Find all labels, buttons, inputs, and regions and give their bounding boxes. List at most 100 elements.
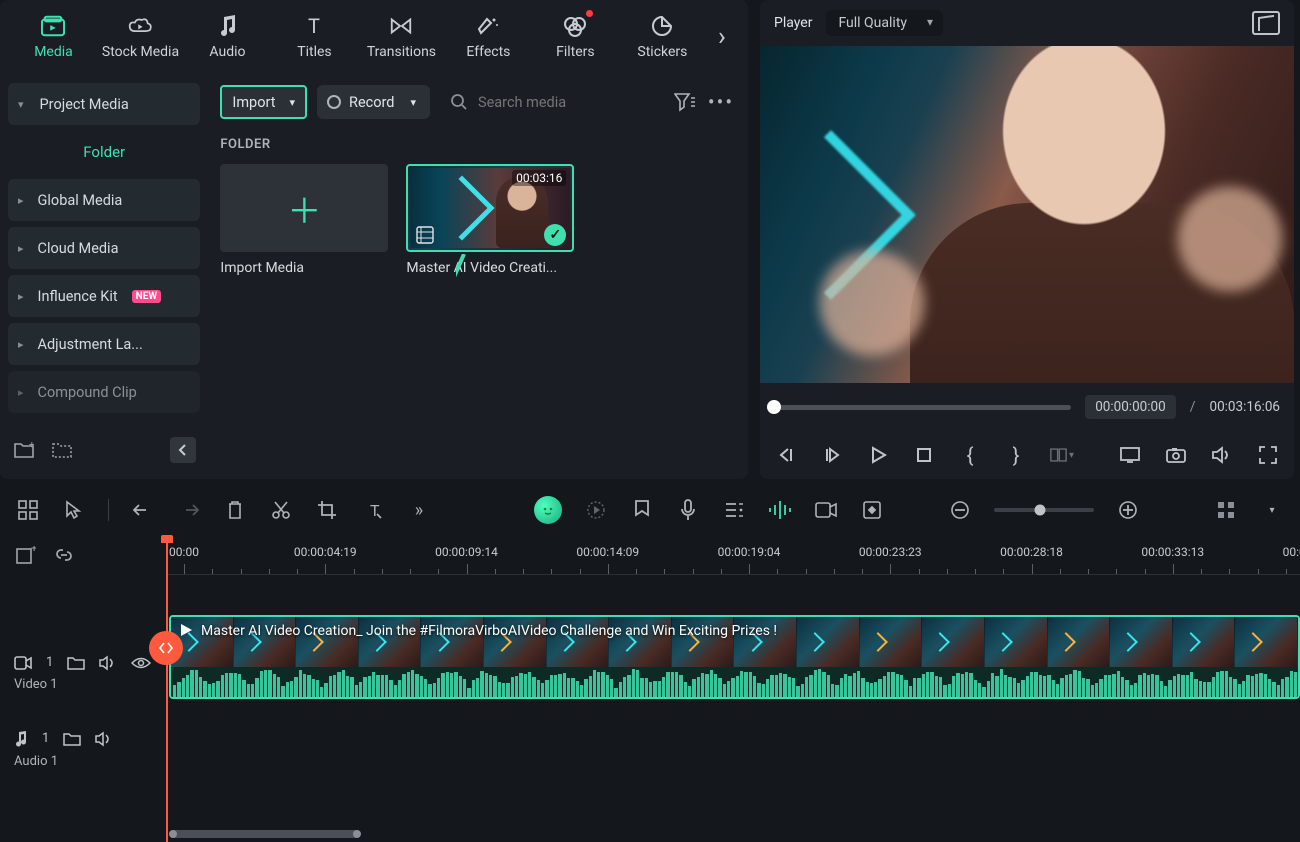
new-folder-icon[interactable]: + xyxy=(12,438,36,462)
display-icon[interactable] xyxy=(1118,443,1142,467)
import-media-tile[interactable]: ＋ Import Media xyxy=(220,164,388,276)
undo-icon[interactable] xyxy=(131,498,155,522)
video-type-icon xyxy=(414,224,436,246)
mute-icon[interactable] xyxy=(95,731,113,747)
chevron-right-icon: ▸ xyxy=(18,290,24,303)
preview-canvas[interactable] xyxy=(760,46,1294,383)
mark-out-icon[interactable]: } xyxy=(1004,443,1028,467)
keyframe-icon[interactable] xyxy=(860,498,884,522)
chevron-right-icon: ▸ xyxy=(18,386,24,399)
marker-icon[interactable] xyxy=(630,498,654,522)
zoom-slider[interactable] xyxy=(994,508,1094,512)
delete-icon[interactable] xyxy=(223,498,247,522)
media-icon xyxy=(41,14,65,38)
compare-icon[interactable]: ▾ xyxy=(1050,443,1074,467)
player-label: Player xyxy=(774,15,812,31)
visibility-icon[interactable] xyxy=(131,656,151,670)
step-back-icon[interactable] xyxy=(820,443,844,467)
split-icon[interactable] xyxy=(269,498,293,522)
sidebar-influence-kit[interactable]: ▸ Influence Kit NEW xyxy=(8,275,200,317)
layout-icon[interactable] xyxy=(16,498,40,522)
import-button[interactable]: Import ▾ xyxy=(220,85,307,119)
current-time: 00:00:00:00 xyxy=(1085,395,1176,419)
filter-sort-icon[interactable] xyxy=(672,89,698,115)
zoom-out-icon[interactable] xyxy=(948,498,972,522)
video-track-head[interactable]: 1 Video 1 xyxy=(0,635,166,711)
sidebar-global-media[interactable]: ▸ Global Media xyxy=(8,179,200,221)
sidebar-adjustment-layer[interactable]: ▸ Adjustment La... xyxy=(8,323,200,365)
mute-icon[interactable] xyxy=(99,655,117,671)
cloud-media-icon xyxy=(128,14,152,38)
track-view-dropdown-icon[interactable]: ▾ xyxy=(1260,498,1284,522)
svg-text:T: T xyxy=(370,501,380,520)
transitions-icon xyxy=(389,14,413,38)
sidebar-project-media[interactable]: ▾ Project Media xyxy=(8,83,200,125)
music-note-icon xyxy=(215,14,239,38)
search-input[interactable] xyxy=(478,94,662,111)
timeline-clip[interactable]: Master AI Video Creation_ Join the #Film… xyxy=(169,615,1300,699)
add-track-icon[interactable]: + xyxy=(16,546,36,564)
tab-stock-media[interactable]: Stock Media xyxy=(97,0,184,73)
record-button[interactable]: Record ▾ xyxy=(317,85,430,119)
audio-mixer-icon[interactable] xyxy=(722,498,746,522)
tab-effects[interactable]: Effects xyxy=(445,0,532,73)
record-icon xyxy=(327,95,341,109)
drag-arrow-annotation xyxy=(456,254,616,479)
chevron-right-icon: ▸ xyxy=(18,242,24,255)
tab-filters[interactable]: Filters xyxy=(532,0,619,73)
chevron-down-icon: ▾ xyxy=(18,98,24,111)
zoom-in-icon[interactable] xyxy=(1116,498,1140,522)
chevron-right-icon: ▸ xyxy=(18,194,24,207)
media-clip-tile[interactable]: 00:03:16 ✓ Master AI Video Creati... xyxy=(406,164,574,276)
prev-frame-icon[interactable] xyxy=(774,443,798,467)
clip-duration: 00:03:16 xyxy=(512,170,566,186)
mark-in-icon[interactable]: { xyxy=(958,443,982,467)
tab-transitions[interactable]: Transitions xyxy=(358,0,445,73)
fullscreen-icon[interactable] xyxy=(1256,443,1280,467)
svg-text:+: + xyxy=(31,546,36,555)
sidebar-compound-clip[interactable]: ▸ Compound Clip xyxy=(8,371,200,413)
sidebar-folder[interactable]: Folder xyxy=(8,131,200,173)
scope-icon[interactable] xyxy=(1252,11,1280,35)
redo-icon[interactable] xyxy=(177,498,201,522)
timeline-ruler[interactable]: 00:0000:00:04:1900:00:09:1400:00:14:0900… xyxy=(166,535,1300,575)
record-screen-icon[interactable] xyxy=(814,498,838,522)
select-tool-icon[interactable] xyxy=(62,498,86,522)
top-tabs: Media Stock Media Audio T Titles xyxy=(0,0,748,73)
more-options-icon[interactable]: ••• xyxy=(708,89,734,115)
crop-icon[interactable] xyxy=(315,498,339,522)
quality-dropdown[interactable]: Full Quality xyxy=(826,10,943,36)
tabs-more-button[interactable]: › xyxy=(706,20,738,54)
render-icon[interactable] xyxy=(584,498,608,522)
playhead[interactable] xyxy=(166,535,168,842)
stickers-icon xyxy=(650,14,674,38)
text-tool-icon[interactable]: T xyxy=(361,498,385,522)
sidebar-cloud-media[interactable]: ▸ Cloud Media xyxy=(8,227,200,269)
ai-assistant-icon[interactable] xyxy=(534,496,562,524)
link-icon[interactable] xyxy=(54,545,74,565)
scale-knob[interactable] xyxy=(149,631,183,665)
auto-beat-icon[interactable] xyxy=(768,498,792,522)
timeline-hscroll[interactable] xyxy=(170,830,1290,840)
tab-titles[interactable]: T Titles xyxy=(271,0,358,73)
tab-audio[interactable]: Audio xyxy=(184,0,271,73)
volume-icon[interactable] xyxy=(1210,443,1234,467)
tab-media[interactable]: Media xyxy=(10,0,97,73)
media-sidebar: ▾ Project Media Folder ▸ Global Media ▸ … xyxy=(0,73,206,479)
new-bin-icon[interactable] xyxy=(50,438,74,462)
folder-icon[interactable] xyxy=(67,656,85,670)
timeline-toolbar: T » ▾ xyxy=(0,485,1300,535)
audio-track-head[interactable]: 1 Audio 1 xyxy=(0,711,166,787)
track-view-icon[interactable] xyxy=(1214,498,1238,522)
voiceover-icon[interactable] xyxy=(676,498,700,522)
effects-icon xyxy=(476,14,500,38)
collapse-sidebar-button[interactable] xyxy=(170,437,196,463)
folder-icon[interactable] xyxy=(63,732,81,746)
chevron-right-icon: ▸ xyxy=(18,338,24,351)
playback-scrubber[interactable] xyxy=(774,405,1071,410)
stop-icon[interactable] xyxy=(912,443,936,467)
snapshot-icon[interactable] xyxy=(1164,443,1188,467)
tab-stickers[interactable]: Stickers xyxy=(619,0,706,73)
more-tools-icon[interactable]: » xyxy=(407,498,431,522)
play-icon[interactable] xyxy=(866,443,890,467)
